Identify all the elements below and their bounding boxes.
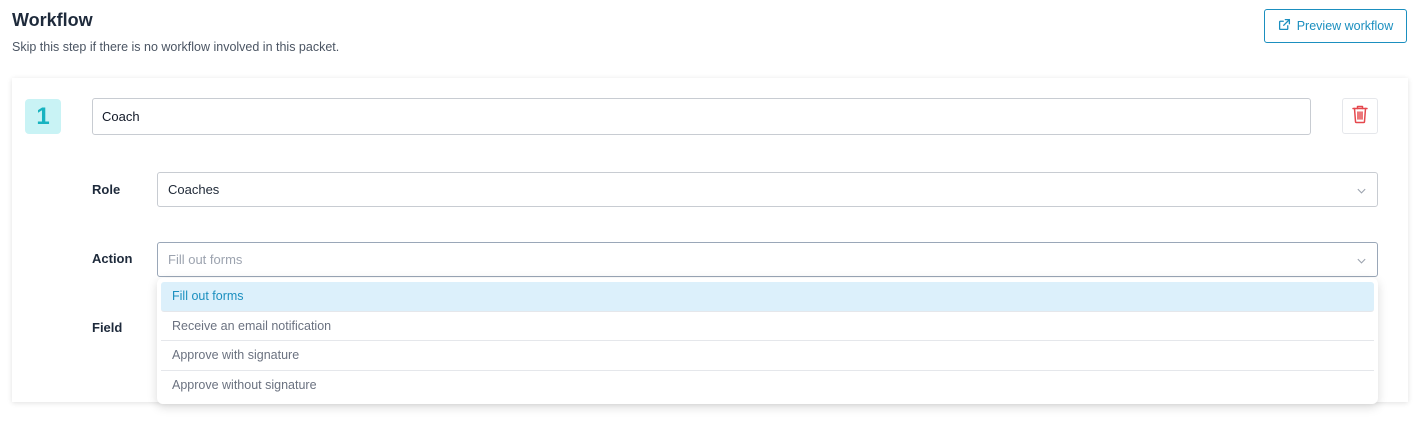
dropdown-option[interactable]: Fill out forms <box>161 282 1374 312</box>
dropdown-option[interactable]: Approve with signature <box>161 341 1374 371</box>
chevron-down-icon <box>1356 184 1367 195</box>
preview-workflow-button[interactable]: Preview workflow <box>1264 9 1407 43</box>
action-dropdown-menu: Fill out forms Receive an email notifica… <box>157 278 1378 404</box>
trash-icon <box>1351 104 1369 129</box>
action-select[interactable]: Fill out forms <box>157 242 1378 277</box>
page-title: Workflow <box>12 10 93 30</box>
step-number-badge: 1 <box>25 99 61 134</box>
action-label: Action <box>92 251 133 266</box>
external-link-icon <box>1278 18 1291 34</box>
preview-workflow-label: Preview workflow <box>1296 19 1394 33</box>
page-subtitle: Skip this step if there is no workflow i… <box>12 40 340 54</box>
delete-step-button[interactable] <box>1342 98 1378 134</box>
chevron-down-icon <box>1356 254 1367 265</box>
step-name-input[interactable]: Coach <box>92 98 1311 135</box>
action-select-placeholder: Fill out forms <box>168 252 243 267</box>
dropdown-option[interactable]: Receive an email notification <box>161 312 1374 341</box>
field-label: Field <box>92 320 123 335</box>
dropdown-option[interactable]: Approve without signature <box>161 371 1374 401</box>
workflow-page: Workflow Skip this step if there is no w… <box>0 0 1419 423</box>
role-label: Role <box>92 182 121 197</box>
role-select-value: Coaches <box>168 182 220 197</box>
role-select[interactable]: Coaches <box>157 172 1378 207</box>
